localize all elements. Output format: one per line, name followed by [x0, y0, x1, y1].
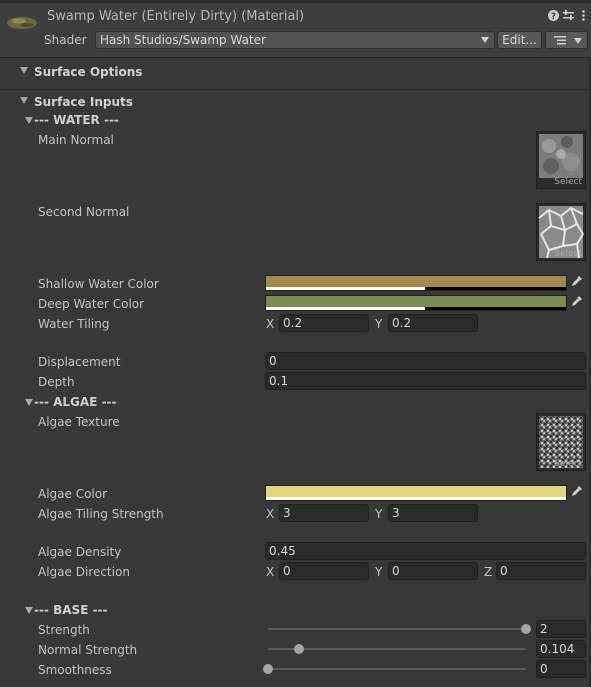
shallow-water-color-label: Shallow Water Color: [38, 277, 159, 291]
water-tiling-y-field[interactable]: 0.2: [388, 314, 478, 332]
deep-water-color-field[interactable]: [265, 295, 567, 311]
base-header: --- BASE ---: [34, 603, 108, 617]
menu-icon[interactable]: [577, 9, 590, 22]
eyedropper-icon[interactable]: [569, 295, 585, 311]
algae-tiling-strength-label: Algae Tiling Strength: [38, 507, 164, 521]
water-tiling-label: Water Tiling: [38, 317, 110, 331]
depth-label: Depth: [38, 375, 75, 389]
depth-field[interactable]: 0.1: [265, 372, 586, 390]
x-axis-label: X: [266, 317, 275, 331]
shader-value: Hash Studios/Swamp Water: [100, 33, 266, 47]
strength-label: Strength: [38, 623, 90, 637]
z-axis-label: Z: [484, 565, 493, 579]
normal-strength-slider-thumb[interactable]: [293, 644, 304, 654]
foldout-arrow-icon: [20, 67, 28, 74]
select-label[interactable]: Select: [554, 177, 582, 187]
strength-slider-track[interactable]: [268, 628, 526, 630]
surface-inputs-label: Surface Inputs: [34, 95, 133, 109]
svg-text:?: ?: [551, 12, 556, 22]
list-dropdown-icon: [554, 36, 566, 45]
smoothness-slider-track[interactable]: [268, 668, 526, 670]
water-tiling-x-field[interactable]: 0.2: [279, 314, 369, 332]
help-icon[interactable]: ?: [547, 9, 560, 22]
main-normal-label: Main Normal: [38, 133, 114, 147]
second-normal-texture-slot[interactable]: Select: [536, 203, 586, 261]
normal-strength-label: Normal Strength: [38, 643, 138, 657]
displacement-field[interactable]: 0: [265, 352, 586, 370]
second-normal-label: Second Normal: [38, 205, 130, 219]
shader-label: Shader: [44, 33, 87, 47]
select-label[interactable]: Select: [554, 249, 582, 259]
algae-density-label: Algae Density: [38, 545, 122, 559]
algae-color-field[interactable]: [265, 485, 567, 501]
x-axis-label: X: [266, 507, 275, 521]
deep-water-color-label: Deep Water Color: [38, 297, 145, 311]
select-label[interactable]: Select: [554, 459, 582, 469]
algae-density-field[interactable]: 0.45: [265, 542, 586, 560]
shader-dropdown[interactable]: Hash Studios/Swamp Water: [95, 31, 495, 49]
strength-field[interactable]: 2: [536, 620, 586, 638]
chevron-down-icon: [481, 37, 489, 43]
foldout-arrow-icon: [20, 97, 28, 104]
y-axis-label: Y: [375, 507, 383, 521]
algae-texture-label: Algae Texture: [38, 415, 120, 429]
shallow-water-color-field[interactable]: [265, 275, 567, 291]
x-axis-label: X: [266, 565, 275, 579]
water-foldout[interactable]: --- WATER ---: [0, 112, 200, 128]
foldout-arrow-icon: [25, 117, 33, 124]
algae-tiling-x-field[interactable]: 3: [279, 504, 369, 522]
material-preview-icon: [7, 17, 37, 29]
algae-direction-label: Algae Direction: [38, 565, 130, 579]
base-foldout[interactable]: --- BASE ---: [0, 602, 200, 618]
surface-options-foldout[interactable]: Surface Options: [0, 61, 591, 81]
displacement-label: Displacement: [38, 355, 121, 369]
y-axis-label: Y: [375, 317, 383, 331]
surface-inputs-foldout[interactable]: Surface Inputs: [0, 89, 591, 110]
y-axis-label: Y: [375, 565, 383, 579]
surface-options-label: Surface Options: [34, 65, 143, 79]
algae-texture-slot[interactable]: Select: [536, 413, 586, 471]
normal-strength-slider-track[interactable]: [268, 648, 526, 650]
top-strip: [0, 0, 591, 3]
algae-foldout[interactable]: --- ALGAE ---: [0, 394, 200, 410]
algae-header: --- ALGAE ---: [34, 395, 117, 409]
algae-tiling-y-field[interactable]: 3: [388, 504, 478, 522]
foldout-arrow-icon: [25, 399, 33, 406]
eyedropper-icon[interactable]: [569, 485, 585, 501]
chevron-down-icon: [574, 38, 582, 44]
smoothness-field[interactable]: 0: [536, 660, 586, 678]
algae-direction-x-field[interactable]: 0: [279, 562, 369, 580]
foldout-arrow-icon: [25, 607, 33, 614]
settings-sliders-icon[interactable]: [562, 9, 575, 22]
smoothness-slider-thumb[interactable]: [263, 664, 273, 674]
main-normal-texture-slot[interactable]: Select: [536, 131, 586, 189]
algae-color-label: Algae Color: [38, 487, 108, 501]
strength-slider-thumb[interactable]: [521, 624, 531, 634]
normal-strength-field[interactable]: 0.104: [536, 640, 586, 658]
material-header: Swamp Water (Entirely Dirty) (Material) …: [0, 0, 591, 58]
algae-direction-y-field[interactable]: 0: [388, 562, 478, 580]
water-header: --- WATER ---: [34, 113, 119, 127]
algae-direction-z-field[interactable]: 0: [496, 562, 586, 580]
edit-shader-button[interactable]: Edit...: [497, 31, 542, 49]
eyedropper-icon[interactable]: [569, 275, 585, 291]
list-dropdown-button[interactable]: [545, 31, 588, 49]
smoothness-label: Smoothness: [38, 663, 112, 677]
material-title: Swamp Water (Entirely Dirty) (Material): [47, 9, 305, 24]
